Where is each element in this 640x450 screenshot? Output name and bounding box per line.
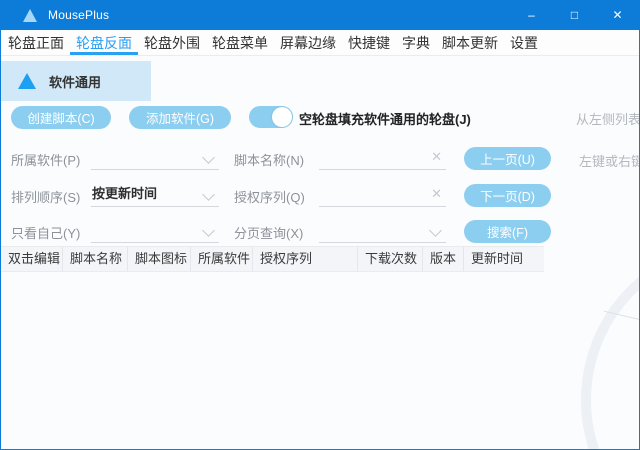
close-button[interactable]: ✕ [596,0,639,30]
column-header-0: 双击编辑 [1,247,63,271]
next-page-button[interactable]: 下一页(D) [464,184,551,207]
dropdown-value: 按更新时间 [91,183,219,205]
window-controls: – □ ✕ [510,0,639,30]
add-software-button[interactable]: 添加软件(G) [129,106,231,129]
column-header-6: 版本 [423,247,464,271]
column-header-5: 下载次数 [358,247,423,271]
subtab-label: 软件通用 [49,72,101,91]
tab-hotkeys[interactable]: 快捷键 [342,30,396,55]
column-header-3: 所属软件 [191,247,253,271]
column-header-2: 脚本图标 [128,247,191,271]
cursor-triangle-icon [18,73,36,89]
column-header-1: 脚本名称 [63,247,128,271]
only-mine-label: 只看自己(Y) [11,223,80,242]
toggle-label: 空轮盘填充软件通用的轮盘(J) [299,109,471,128]
license-serial-label: 授权序列(Q) [234,187,305,206]
tab-dictionary[interactable]: 字典 [396,30,436,55]
toolbar-right-hint: 从左侧列表 [576,109,640,128]
clear-icon[interactable]: ✕ [431,186,442,202]
app-title: MousePlus [48,8,109,22]
app-window: MousePlus – □ ✕ 轮盘正面 轮盘反面 轮盘外围 轮盘菜单 屏幕边缘… [0,0,640,450]
row1-right-hint: 左键或右键 [579,151,640,170]
search-button[interactable]: 搜索(F) [464,220,551,243]
sort-order-dropdown[interactable]: 按更新时间 [91,183,219,207]
clear-icon[interactable]: ✕ [431,149,442,165]
tab-settings[interactable]: 设置 [504,30,544,55]
subtab-software-general[interactable]: 软件通用 [1,61,151,101]
only-mine-dropdown[interactable] [91,219,219,243]
license-serial-input[interactable]: ✕ [319,183,446,207]
tab-wheel-front[interactable]: 轮盘正面 [2,30,70,55]
sort-order-label: 排列顺序(S) [11,187,80,206]
tab-screen-edge[interactable]: 屏幕边缘 [274,30,342,55]
column-header-4: 授权序列 [253,247,358,271]
script-name-label: 脚本名称(N) [234,150,304,169]
chevron-down-icon [202,224,215,237]
chevron-down-icon [429,224,442,237]
owner-software-dropdown[interactable] [91,146,219,170]
previous-page-button[interactable]: 上一页(U) [464,147,551,170]
table-header-row: 双击编辑脚本名称脚本图标所属软件授权序列下载次数版本更新时间 [1,246,544,272]
toggle-knob [272,107,292,127]
minimize-button[interactable]: – [510,0,553,30]
app-logo-icon [23,9,37,22]
main-tab-bar: 轮盘正面 轮盘反面 轮盘外围 轮盘菜单 屏幕边缘 快捷键 字典 脚本更新 设置 [1,30,639,56]
title-bar: MousePlus – □ ✕ [1,0,639,30]
page-query-label: 分页查询(X) [234,223,303,242]
page-query-dropdown[interactable] [319,219,446,243]
fill-wheel-toggle[interactable] [249,106,293,128]
tab-wheel-menu[interactable]: 轮盘菜单 [206,30,274,55]
tab-script-update[interactable]: 脚本更新 [436,30,504,55]
tab-wheel-back[interactable]: 轮盘反面 [70,30,138,55]
create-script-button[interactable]: 创建脚本(C) [11,106,111,129]
owner-software-label: 所属软件(P) [11,150,80,169]
maximize-button[interactable]: □ [553,0,596,30]
chevron-down-icon [202,151,215,164]
script-name-input[interactable]: ✕ [319,146,446,170]
wheel-watermark [581,240,640,450]
tab-wheel-outer[interactable]: 轮盘外围 [138,30,206,55]
column-header-7: 更新时间 [464,247,544,271]
